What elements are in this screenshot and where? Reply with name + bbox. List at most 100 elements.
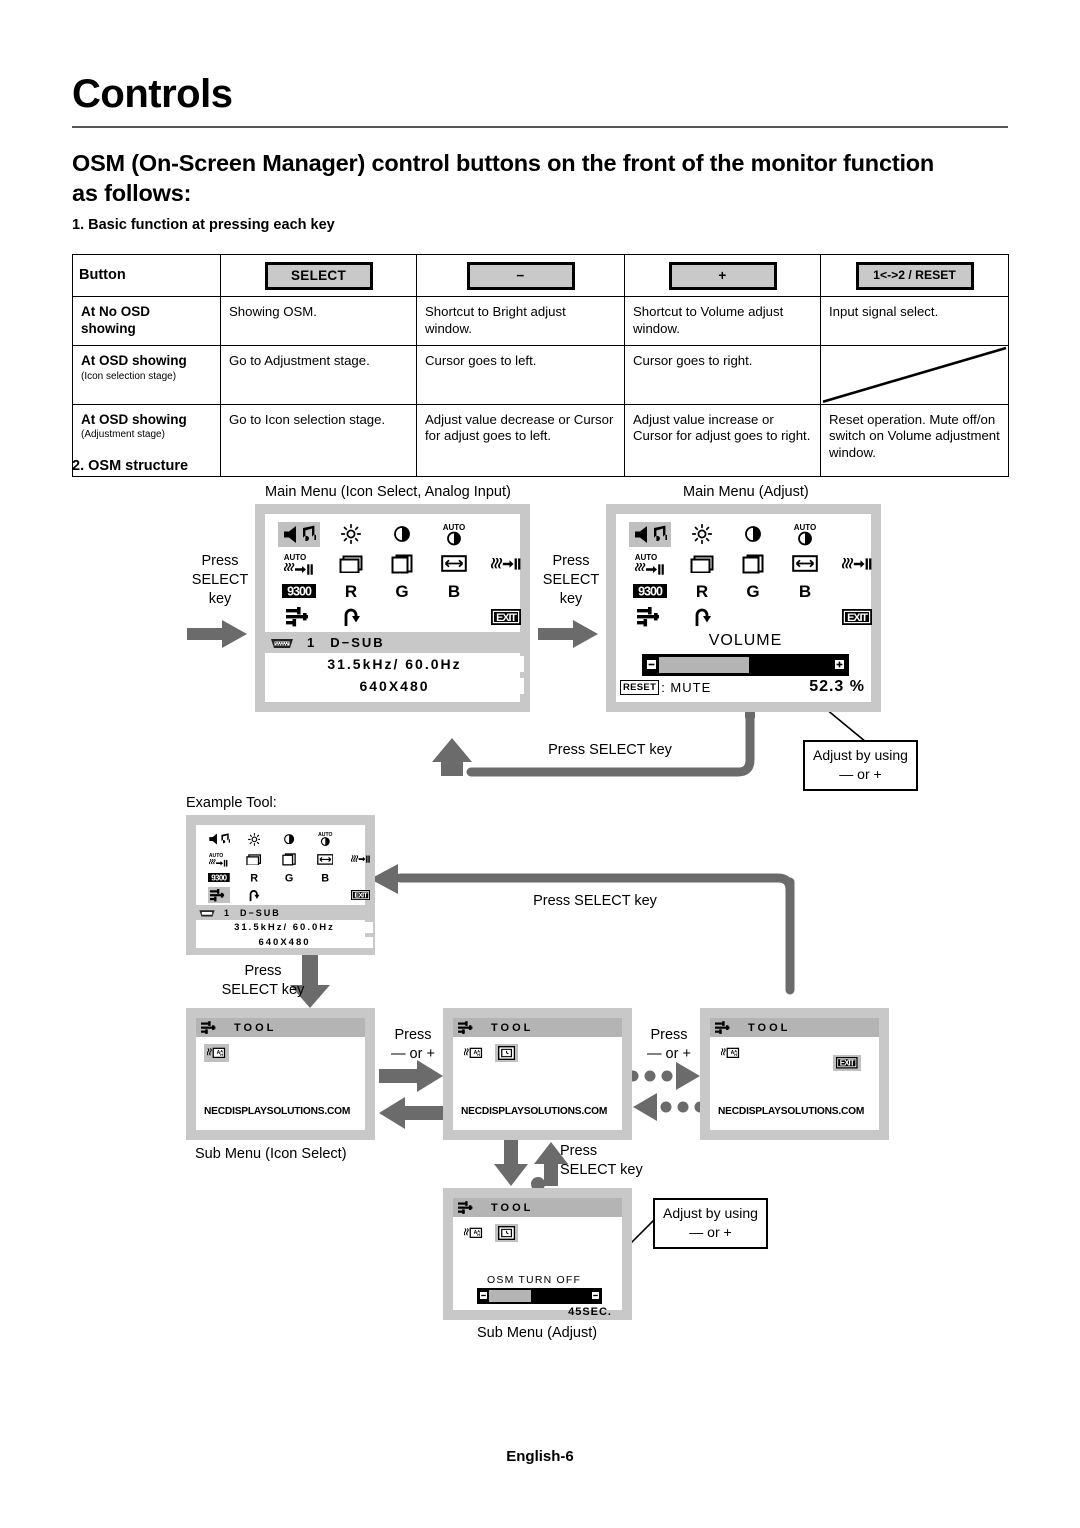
blank-icon — [322, 887, 327, 902]
osm-timer-icon[interactable] — [494, 1044, 518, 1063]
blank-icon — [358, 831, 363, 846]
keycap-select[interactable]: SELECT — [264, 261, 373, 290]
keycap-input-reset[interactable]: 1<->2 / RESET — [855, 261, 974, 290]
osd-screen: AUTO AUTO — [265, 514, 524, 702]
language-icon[interactable]: A A H — [718, 1044, 743, 1062]
blue-icon[interactable]: B — [793, 579, 817, 603]
auto-adjust-icon[interactable]: AUTO — [631, 549, 669, 579]
keycap-plus[interactable]: + — [668, 261, 777, 290]
table-cell: Cursor goes to left. — [416, 345, 625, 405]
h-position-icon[interactable] — [244, 852, 264, 867]
tool-icon-row[interactable]: A A H — [461, 1224, 518, 1243]
h-position-icon[interactable] — [686, 552, 718, 576]
table-row: At No OSD showing Showing OSM. Shortcut … — [72, 296, 1009, 346]
brightness-icon[interactable] — [245, 831, 263, 848]
blank-icon — [398, 605, 406, 629]
tool-icon-row[interactable]: A A H — [718, 1044, 743, 1062]
fine-icon[interactable] — [487, 552, 525, 576]
blue-icon[interactable]: B — [442, 579, 466, 603]
green-icon[interactable]: G — [741, 579, 765, 603]
svg-text:AUTO: AUTO — [209, 853, 223, 859]
svg-text:G: G — [747, 582, 760, 600]
osm-timer-icon[interactable] — [494, 1224, 518, 1243]
language-icon[interactable]: A A H — [461, 1224, 486, 1242]
language-icon[interactable]: A A H — [461, 1044, 486, 1062]
factory-reset-icon[interactable] — [338, 604, 364, 630]
osm-timer-slider[interactable] — [477, 1288, 602, 1304]
v-position-icon[interactable] — [280, 851, 299, 868]
label-press-select-tool: Press SELECT key — [533, 893, 657, 909]
label-press-select-back: Press SELECT key — [548, 742, 672, 758]
subsection-1-heading: 1. Basic function at pressing each key — [72, 217, 335, 233]
osm-timer-fill — [489, 1290, 531, 1302]
volume-icon[interactable] — [205, 831, 232, 847]
svg-text:H: H — [220, 1052, 223, 1057]
exit-icon[interactable]: EXIT — [487, 605, 525, 629]
volume-icon[interactable] — [628, 521, 671, 547]
page-title: Controls — [72, 72, 233, 116]
button-column-label: Button — [79, 267, 126, 284]
language-icon[interactable]: A A H — [204, 1044, 229, 1063]
tool-icon[interactable] — [282, 604, 316, 630]
contrast-icon[interactable] — [282, 831, 297, 846]
red-icon[interactable]: R — [246, 870, 261, 885]
blank-icon — [287, 887, 292, 902]
color-temp-9300-icon[interactable]: 9300 — [629, 579, 671, 603]
green-icon[interactable]: G — [282, 870, 297, 885]
volume-icon[interactable] — [277, 521, 320, 547]
brightness-icon[interactable] — [337, 521, 365, 547]
contrast-icon[interactable] — [741, 522, 765, 546]
auto-contrast-icon[interactable]: AUTO — [788, 519, 822, 549]
osd-icon-grid[interactable]: AUTO AUTO 9300 R G B EXIT — [273, 520, 532, 630]
row-label-sub: (Adjustment stage) — [81, 429, 165, 441]
auto-contrast-icon[interactable]: AUTO — [437, 519, 471, 549]
osd-resolution-line: 640X480 — [196, 937, 373, 948]
blue-icon[interactable]: B — [317, 870, 332, 885]
osd-icon-grid[interactable]: AUTO AUTO 9300 R G B EXIT — [201, 829, 378, 904]
tool-icon-row[interactable]: A A H — [204, 1044, 229, 1063]
plus-endcap-icon — [835, 659, 844, 671]
exit-icon[interactable]: EXIT — [838, 605, 876, 629]
caption-sub-menu-icon-select: Sub Menu (Icon Select) — [195, 1146, 347, 1162]
keycap-minus[interactable]: − — [466, 261, 575, 290]
blank-icon — [749, 605, 757, 629]
plus-endcap-icon — [592, 1291, 599, 1301]
auto-adjust-icon[interactable]: AUTO — [207, 850, 231, 869]
red-icon[interactable]: R — [339, 579, 363, 603]
svg-text:AUTO: AUTO — [635, 553, 657, 562]
label-press-select-down: Press SELECT key — [221, 963, 305, 998]
tool-icon-row[interactable]: A A H — [461, 1044, 518, 1063]
arrow-select-1 — [187, 620, 247, 648]
auto-contrast-icon[interactable]: AUTO — [314, 830, 336, 849]
h-position-icon[interactable] — [335, 552, 367, 576]
factory-reset-icon[interactable] — [246, 887, 263, 904]
h-size-icon[interactable] — [437, 552, 471, 576]
tool-icon[interactable] — [633, 604, 667, 630]
tool-icon[interactable] — [207, 886, 230, 904]
v-position-icon[interactable] — [387, 551, 417, 577]
factory-reset-icon[interactable] — [689, 604, 715, 630]
exit-icon[interactable]: EXIT — [348, 887, 372, 902]
osd-adjust-title: VOLUME — [708, 632, 783, 649]
exit-icon[interactable]: EXIT — [833, 1055, 861, 1071]
color-temp-9300-icon[interactable]: 9300 — [278, 579, 320, 603]
h-size-icon[interactable] — [314, 852, 336, 867]
caption-sub-menu-adjust: Sub Menu (Adjust) — [477, 1325, 598, 1341]
fine-icon[interactable] — [348, 852, 372, 867]
brightness-icon[interactable] — [688, 521, 716, 547]
tool-title: TOOL — [491, 1021, 534, 1034]
red-icon[interactable]: R — [690, 579, 714, 603]
caption-main-menu-adjust: Main Menu (Adjust) — [683, 484, 809, 500]
auto-adjust-icon[interactable]: AUTO — [280, 549, 318, 579]
exit-icon-wrap[interactable]: EXIT — [833, 1055, 861, 1071]
contrast-icon[interactable] — [390, 522, 414, 546]
green-icon[interactable]: G — [390, 579, 414, 603]
dsub-connector-icon — [269, 636, 295, 650]
h-size-icon[interactable] — [788, 552, 822, 576]
label-press-minus-plus-1: Press — or + — [391, 1027, 435, 1062]
fine-icon[interactable] — [838, 552, 876, 576]
volume-slider[interactable] — [642, 654, 849, 676]
v-position-icon[interactable] — [738, 551, 768, 577]
color-temp-9300-icon[interactable]: 9300 — [205, 870, 232, 885]
osd-icon-grid[interactable]: AUTO AUTO 9300 R G B EXIT — [624, 520, 883, 630]
